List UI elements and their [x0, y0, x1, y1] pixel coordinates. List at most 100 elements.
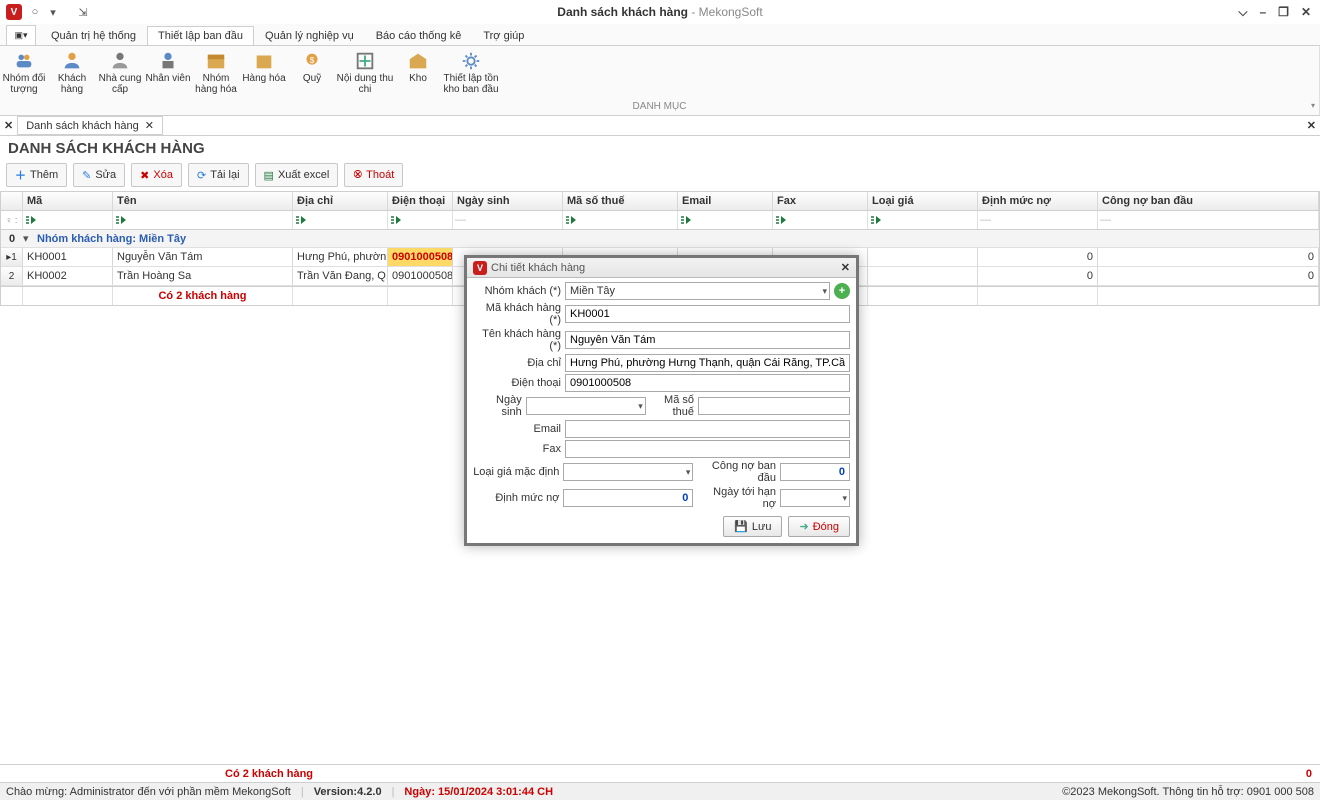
btn-thoat[interactable]: ⮿Thoát [344, 163, 403, 187]
header-ma[interactable]: Mã [23, 192, 113, 210]
chevron-down-icon[interactable]: ▾ [842, 493, 847, 504]
ribbon-nhacungcap[interactable]: Nhà cung cấp [96, 46, 144, 98]
header-ten[interactable]: Tên [113, 192, 293, 210]
label-loaigiamacdinh: Loại giá mặc định [473, 466, 559, 478]
doctab-danhsachkhachhang[interactable]: Danh sách khách hàng ✕ [17, 116, 163, 135]
close-icon[interactable]: ✕ [1298, 5, 1314, 20]
btn-tailai[interactable]: ⟳Tải lại [188, 163, 249, 187]
svg-text:$: $ [310, 56, 315, 65]
maximize-icon[interactable]: ❐ [1275, 5, 1292, 20]
ribbon-kho[interactable]: Kho [394, 46, 442, 98]
header-dienthoai[interactable]: Điện thoại [388, 192, 453, 210]
ribbon-noidungthuchi[interactable]: Nội dung thu chi [336, 46, 394, 98]
tab-thietlapbandau[interactable]: Thiết lập ban đầu [147, 26, 254, 45]
header-congno[interactable]: Công nợ ban đầu [1098, 192, 1319, 210]
input-dinhmucno[interactable] [563, 489, 693, 507]
filter-dienthoai[interactable] [388, 211, 453, 229]
filter-fax[interactable] [773, 211, 868, 229]
ribbon-khachhang[interactable]: Khách hàng [48, 46, 96, 98]
tab-quantrihethong[interactable]: Quản trị hệ thống [40, 26, 147, 45]
doctabs-right-close-icon[interactable]: ✕ [1307, 119, 1316, 132]
ribbon-nhomhanghoa[interactable]: Nhóm hàng hóa [192, 46, 240, 98]
status-date: 15/01/2024 3:01:44 CH [438, 786, 553, 798]
chevron-down-icon[interactable]: ▾ [638, 401, 643, 412]
combo-loaigia[interactable]: ▾ [563, 463, 693, 481]
collapse-icon[interactable]: ▾ [23, 232, 37, 245]
header-loaigia[interactable]: Loại giá [868, 192, 978, 210]
ribbon-panel: Nhóm đối tượng Khách hàng Nhà cung cấp N… [0, 46, 1320, 116]
input-masothue[interactable] [698, 397, 850, 415]
tab-baocaothongke[interactable]: Báo cáo thống kê [365, 26, 473, 45]
header-dinhmucno[interactable]: Định mức nợ [978, 192, 1098, 210]
ribbon-group-caption: DANH MỤC [0, 99, 1319, 115]
header-fax[interactable]: Fax [773, 192, 868, 210]
transaction-icon [354, 50, 376, 72]
file-tab[interactable]: ▣▾ [6, 25, 36, 45]
input-diachi[interactable] [565, 354, 850, 372]
toolbar: ＋Thêm ✎Sửa ✖Xóa ⟳Tải lại ▤Xuất excel ⮿Th… [0, 161, 1320, 189]
btn-xuatexcel[interactable]: ▤Xuất excel [255, 163, 339, 187]
ribbon-hanghoa[interactable]: Hàng hóa [240, 46, 288, 98]
combo-nhomkhach[interactable]: Miền Tây▾ [565, 282, 830, 300]
filter-ten[interactable] [113, 211, 293, 229]
header-ngaysinh[interactable]: Ngày sinh [453, 192, 563, 210]
filter-dinhmucno[interactable]: — [978, 211, 1098, 229]
input-dienthoai[interactable] [565, 374, 850, 392]
header-diachi[interactable]: Địa chỉ [293, 192, 388, 210]
summary-total: 0 [1306, 768, 1312, 780]
tab-trogiup[interactable]: Trợ giúp [472, 26, 535, 45]
ribbon-thietlaptonkho[interactable]: Thiết lập tồn kho ban đầu [442, 46, 500, 98]
tab-quanlynghiepvu[interactable]: Quản lý nghiệp vụ [254, 26, 365, 45]
filter-diachi[interactable] [293, 211, 388, 229]
filter-congno[interactable]: — [1098, 211, 1319, 229]
ribbon-quy[interactable]: $Quỹ [288, 46, 336, 98]
status-welcome: Chào mừng: Administrator đến với phần mề… [6, 786, 291, 798]
label-masothue: Mã số thuế [650, 394, 694, 418]
input-fax[interactable] [565, 440, 850, 458]
doctab-close-icon[interactable]: ✕ [145, 119, 154, 132]
header-email[interactable]: Email [678, 192, 773, 210]
label-dienthoai: Điện thoại [473, 377, 561, 389]
product-group-icon [205, 50, 227, 72]
qat-more-icon[interactable]: ⇲ [76, 5, 90, 19]
filter-ngaysinh[interactable]: — [453, 211, 563, 229]
input-congnobandau[interactable] [780, 463, 850, 481]
input-email[interactable] [565, 420, 850, 438]
btn-luu[interactable]: 💾Lưu [723, 516, 782, 537]
dialog-titlebar[interactable]: V Chi tiết khách hàng ✕ [467, 258, 856, 278]
btn-dong[interactable]: ➜Đóng [788, 516, 850, 537]
gear-icon [460, 50, 482, 72]
warehouse-icon [407, 50, 429, 72]
close-all-tabs-icon[interactable]: ✕ [4, 119, 13, 132]
add-group-button[interactable]: + [834, 283, 850, 299]
input-tenkhachhang[interactable] [565, 331, 850, 349]
dropdown-icon[interactable]: ⌵ [1235, 5, 1250, 20]
group-row[interactable]: 0 ▾ Nhóm khách hàng: Miền Tây [1, 230, 1319, 248]
fund-icon: $ [301, 50, 323, 72]
filter-ma[interactable] [23, 211, 113, 229]
chevron-down-icon[interactable]: ▾ [686, 467, 691, 478]
btn-sua[interactable]: ✎Sửa [73, 163, 125, 187]
label-diachi: Địa chỉ [473, 357, 561, 369]
qat-dropdown-icon[interactable]: ▾ [46, 5, 60, 19]
input-makhachhang[interactable] [565, 305, 850, 323]
btn-them[interactable]: ＋Thêm [6, 163, 67, 187]
combo-ngaytoihanno[interactable]: ▾ [780, 489, 850, 507]
filter-loaigia[interactable] [868, 211, 978, 229]
filter-email[interactable] [678, 211, 773, 229]
dialog-close-icon[interactable]: ✕ [841, 261, 850, 274]
btn-xoa[interactable]: ✖Xóa [131, 163, 182, 187]
qat-circle-icon[interactable]: ○ [28, 5, 42, 19]
header-masothue[interactable]: Mã số thuế [563, 192, 678, 210]
status-version: 4.2.0 [357, 786, 381, 798]
minimize-icon[interactable]: – [1256, 5, 1269, 20]
status-version-lbl: Version: [314, 786, 357, 798]
ribbon-nhomdoituong[interactable]: Nhóm đối tượng [0, 46, 48, 98]
summary-count: Có 2 khách hàng [225, 768, 313, 780]
filter-masothue[interactable] [563, 211, 678, 229]
label-dinhmucno: Định mức nợ [473, 492, 559, 504]
chevron-down-icon[interactable]: ▾ [822, 286, 827, 297]
doctab-label: Danh sách khách hàng [26, 120, 139, 132]
ribbon-nhanvien[interactable]: Nhân viên [144, 46, 192, 98]
combo-ngaysinh[interactable]: ▾ [526, 397, 646, 415]
